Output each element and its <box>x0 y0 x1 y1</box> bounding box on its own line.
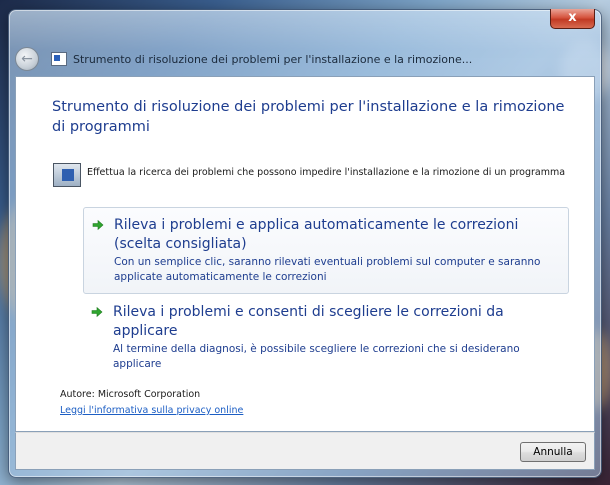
option-title: Rileva i problemi e consenti di sceglier… <box>113 304 504 339</box>
green-arrow-icon <box>92 219 104 231</box>
info-row: Effettua la ricerca dei problemi che pos… <box>53 163 565 187</box>
button-bar: Annulla <box>15 432 595 470</box>
back-arrow-icon: ← <box>21 51 33 67</box>
title-bar: ← Strumento di risoluzione dei problemi … <box>15 46 595 72</box>
privacy-link[interactable]: Leggi l'informativa sulla privacy online <box>60 405 243 416</box>
content-panel: Strumento di risoluzione dei problemi pe… <box>15 76 595 432</box>
troubleshooter-window: x ← Strumento di risoluzione dei problem… <box>8 9 602 478</box>
app-icon <box>51 52 67 66</box>
close-button[interactable]: x <box>550 9 595 29</box>
option-description: Con un semplice clic, saranno rilevati e… <box>114 256 541 283</box>
page-title: Strumento di risoluzione dei problemi pe… <box>52 99 565 135</box>
green-arrow-icon <box>91 306 103 318</box>
author-label: Autore: Microsoft Corporation <box>60 389 201 400</box>
option-title: Rileva i problemi e applica automaticame… <box>114 217 519 252</box>
close-icon: x <box>568 10 577 25</box>
back-button[interactable]: ← <box>15 47 39 71</box>
window-title: Strumento di risoluzione dei problemi pe… <box>73 52 473 66</box>
option-manual-fix[interactable]: Rileva i problemi e consenti di sceglier… <box>83 295 569 380</box>
option-description: Al termine della diagnosi, è possibile s… <box>113 343 520 370</box>
cancel-button[interactable]: Annulla <box>520 442 586 462</box>
troubleshoot-monitor-icon <box>53 163 81 187</box>
info-text: Effettua la ricerca dei problemi che pos… <box>87 167 566 178</box>
option-auto-fix[interactable]: Rileva i problemi e applica automaticame… <box>83 207 569 294</box>
